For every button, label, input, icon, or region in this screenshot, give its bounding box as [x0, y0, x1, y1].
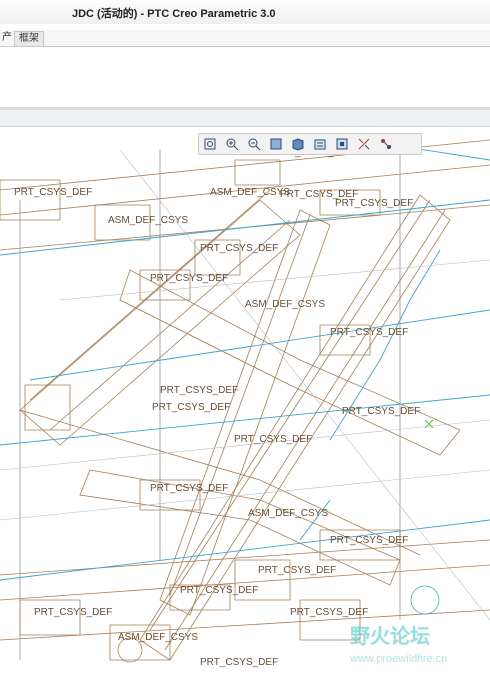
view-manager-icon[interactable] [333, 135, 351, 153]
repaint-icon[interactable] [267, 135, 285, 153]
csys-label: PRT_CSYS_DEF [160, 385, 239, 396]
csys-label: ASM_DEF_CSYS [210, 187, 291, 198]
model-tree-header-bar [0, 110, 490, 127]
zoom-out-icon[interactable] [245, 135, 263, 153]
csys-label: PRT_CSYS_DEF [150, 273, 229, 284]
datum-display-icon[interactable] [355, 135, 373, 153]
window-title: JDC (活动的) - PTC Creo Parametric 3.0 [72, 8, 276, 20]
csys-label: PRT_CSYS_DEF [335, 198, 414, 209]
saved-views-icon[interactable] [311, 135, 329, 153]
display-style-icon[interactable] [289, 135, 307, 153]
csys-label: PRT_CSYS_DEF [342, 406, 421, 417]
annotation-display-icon[interactable] [377, 135, 395, 153]
watermark-title: 野火论坛 [350, 626, 430, 648]
wireframe-model [0, 139, 490, 663]
csys-label: PRT_CSYS_DEF [34, 607, 113, 618]
zoom-in-icon[interactable] [223, 135, 241, 153]
watermark-url: www.proewildfire.cn [350, 653, 448, 665]
csys-label: PRT_CSYS_DEF [150, 483, 229, 494]
tab-frame[interactable]: 框架 [14, 31, 44, 46]
graphics-window[interactable]: PRT_CSYS_DEF ASM_DEF_CSYS PRT_CSYS_DEF P… [0, 127, 490, 679]
csys-label: ASM_DEF_CSYS [118, 632, 199, 643]
csys-label: PRT_CSYS_DEF [180, 585, 259, 596]
csys-label: PRT_CSYS_DEF [330, 327, 409, 338]
ribbon-tabs: 产 框架 [0, 30, 490, 47]
csys-label: PRT_CSYS_DEF [152, 402, 231, 413]
csys-label: PRT_CSYS_DEF [290, 607, 369, 618]
csys-label: PRT_CSYS_DEF [258, 565, 337, 576]
csys-label: ASM_DEF_CSYS [108, 215, 189, 226]
ribbon-panel [0, 47, 490, 107]
csys-label: PRT_CSYS_DEF [200, 657, 279, 668]
csys-label: ASM_DEF_CSYS [248, 508, 329, 519]
refit-icon[interactable] [201, 135, 219, 153]
view-toolbar [198, 133, 422, 155]
csys-label: PRT_CSYS_DEF [200, 243, 279, 254]
csys-label: ASM_DEF_CSYS [245, 299, 326, 310]
csys-label: PRT_CSYS_DEF [14, 187, 93, 198]
csys-label: PRT_CSYS_DEF [330, 535, 409, 546]
title-bar: JDC (活动的) - PTC Creo Parametric 3.0 [0, 0, 490, 24]
csys-label: PRT_CSYS_DEF [234, 434, 313, 445]
